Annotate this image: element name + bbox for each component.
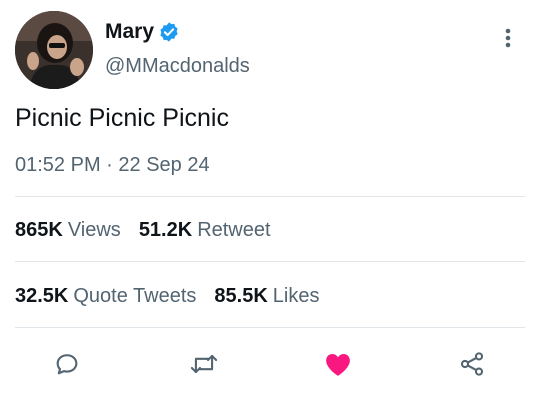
quote-tweets-label: Quote Tweets <box>73 285 197 307</box>
stats-row-views-retweets: 865K Views 51.2K Retweet <box>15 219 289 242</box>
like-button[interactable] <box>318 344 358 384</box>
quote-tweets-count: 32.5K <box>15 285 69 307</box>
verified-badge-icon <box>158 21 180 43</box>
likes-stat[interactable]: 85.5K Likes <box>214 285 319 308</box>
reply-button[interactable] <box>47 344 87 384</box>
divider <box>15 327 525 328</box>
action-bar <box>0 344 540 384</box>
tweet-time: 01:52 PM <box>15 154 101 176</box>
likes-label: Likes <box>272 285 320 307</box>
avatar-photo <box>15 11 93 89</box>
author-handle[interactable]: @MMacdonalds <box>105 55 250 78</box>
views-label: Views <box>67 219 121 241</box>
author-name[interactable]: Mary <box>105 20 154 44</box>
retweets-stat[interactable]: 51.2K Retweet <box>139 219 271 242</box>
retweet-icon <box>190 354 218 374</box>
share-icon <box>460 352 484 376</box>
quote-tweets-stat[interactable]: 32.5K Quote Tweets <box>15 285 196 308</box>
heart-icon <box>326 354 350 376</box>
tweet-text: Picnic Picnic Picnic <box>15 104 229 132</box>
author-name-row: Mary <box>105 20 180 44</box>
reply-icon <box>56 354 78 375</box>
avatar[interactable] <box>15 11 93 89</box>
more-options-icon[interactable] <box>498 26 518 50</box>
tweet-timestamp[interactable]: 01:52 PM · 22 Sep 24 <box>15 154 210 177</box>
retweet-button[interactable] <box>184 344 224 384</box>
likes-count: 85.5K <box>214 285 268 307</box>
divider <box>15 196 525 197</box>
retweets-count: 51.2K <box>138 219 193 241</box>
stats-row-quotes-likes: 32.5K Quote Tweets 85.5K Likes <box>15 285 338 308</box>
divider <box>15 261 525 262</box>
share-button[interactable] <box>452 344 492 384</box>
timestamp-separator: · <box>106 154 113 176</box>
retweets-label: Retweet <box>197 219 271 241</box>
views-stat[interactable]: 865K Views <box>15 219 121 242</box>
tweet-date: 22 Sep 24 <box>118 154 210 176</box>
views-count: 865K <box>15 219 63 241</box>
